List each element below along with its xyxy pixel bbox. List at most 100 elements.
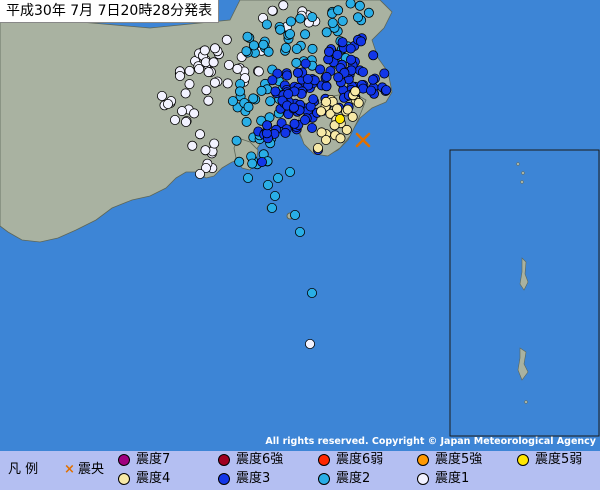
intensity-5plus-label: 震度5強	[435, 452, 483, 467]
station-marker	[232, 63, 243, 74]
station-marker	[300, 29, 311, 40]
station-marker	[353, 98, 364, 109]
intensity-5minus-label: 震度5弱	[535, 452, 583, 467]
station-marker	[283, 89, 294, 100]
station-marker	[189, 108, 200, 119]
station-marker	[203, 95, 214, 106]
station-marker	[316, 106, 327, 117]
station-marker	[256, 156, 267, 167]
station-marker	[258, 39, 269, 50]
station-marker	[321, 71, 332, 82]
station-marker	[333, 72, 344, 83]
station-marker	[345, 0, 356, 9]
station-marker	[289, 118, 300, 129]
station-marker	[323, 46, 334, 57]
intensity-1-label: 震度1	[435, 471, 470, 486]
station-marker	[284, 28, 295, 39]
station-marker	[247, 158, 258, 169]
station-marker	[282, 70, 293, 81]
station-marker	[169, 115, 180, 126]
station-marker	[291, 44, 302, 55]
station-marker	[333, 5, 344, 16]
station-marker	[265, 96, 276, 107]
station-marker	[242, 172, 253, 183]
station-marker	[294, 226, 305, 237]
station-marker	[209, 43, 220, 54]
intensity-7-label: 震度7	[136, 452, 171, 467]
intensity-7-swatch-icon	[118, 454, 130, 466]
station-marker	[209, 138, 220, 149]
intensity-5minus-swatch-icon	[517, 454, 529, 466]
intensity-6plus-swatch-icon	[218, 454, 230, 466]
station-marker	[269, 190, 280, 201]
station-marker	[306, 287, 317, 298]
station-marker	[280, 127, 291, 138]
intensity-3-swatch-icon	[218, 473, 230, 485]
station-marker	[234, 86, 245, 97]
intensity-1-swatch-icon	[417, 473, 429, 485]
station-marker	[261, 19, 272, 30]
station-marker	[221, 34, 232, 45]
station-marker	[227, 96, 238, 107]
station-marker	[341, 124, 352, 135]
station-marker	[307, 12, 318, 23]
station-marker	[337, 37, 348, 48]
station-marker	[292, 67, 303, 78]
station-marker	[267, 75, 278, 86]
station-marker	[321, 96, 332, 107]
station-marker	[266, 202, 277, 213]
station-marker	[280, 43, 291, 54]
intensity-2-swatch-icon	[318, 473, 330, 485]
station-marker	[199, 45, 210, 56]
announcement-title: 平成30年 7月 7日20時28分発表	[0, 0, 220, 23]
station-marker	[222, 78, 233, 89]
station-marker	[334, 114, 345, 125]
station-marker	[278, 0, 289, 11]
station-marker	[200, 145, 211, 156]
station-marker	[354, 0, 365, 11]
station-marker	[300, 58, 311, 69]
station-marker	[337, 15, 348, 26]
station-marker	[156, 91, 167, 102]
station-marker	[284, 166, 295, 177]
station-marker	[295, 13, 306, 24]
station-marker	[350, 86, 361, 97]
station-marker	[234, 156, 245, 167]
station-marker	[307, 43, 318, 54]
intensity-2-label: 震度2	[336, 471, 371, 486]
station-marker	[332, 103, 343, 114]
station-marker	[267, 5, 278, 16]
station-marker	[363, 7, 374, 18]
station-marker	[308, 94, 319, 105]
station-marker	[365, 85, 376, 96]
station-marker	[285, 16, 296, 27]
station-marker	[367, 74, 378, 85]
station-marker	[306, 123, 317, 134]
station-marker	[275, 24, 286, 35]
station-marker	[345, 43, 356, 54]
station-marker	[231, 135, 242, 146]
station-marker	[288, 102, 299, 113]
station-marker	[194, 168, 205, 179]
station-marker	[289, 209, 300, 220]
station-marker	[262, 120, 273, 131]
station-marker	[320, 134, 331, 145]
station-marker	[345, 54, 356, 65]
station-marker	[180, 117, 191, 128]
station-marker	[335, 133, 346, 144]
station-marker	[253, 66, 264, 77]
station-marker	[208, 57, 219, 68]
intensity-3-label: 震度3	[236, 471, 271, 486]
station-marker	[180, 88, 191, 99]
station-marker	[315, 64, 326, 75]
station-marker	[312, 142, 323, 153]
station-marker	[355, 36, 366, 47]
intensity-map	[0, 0, 600, 451]
station-marker	[291, 57, 302, 68]
station-marker	[302, 74, 313, 85]
station-marker	[243, 101, 254, 112]
station-marker	[223, 60, 234, 71]
intensity-6minus-label: 震度6弱	[336, 452, 384, 467]
intensity-6minus-swatch-icon	[318, 454, 330, 466]
intensity-6plus-label: 震度6強	[236, 452, 284, 467]
